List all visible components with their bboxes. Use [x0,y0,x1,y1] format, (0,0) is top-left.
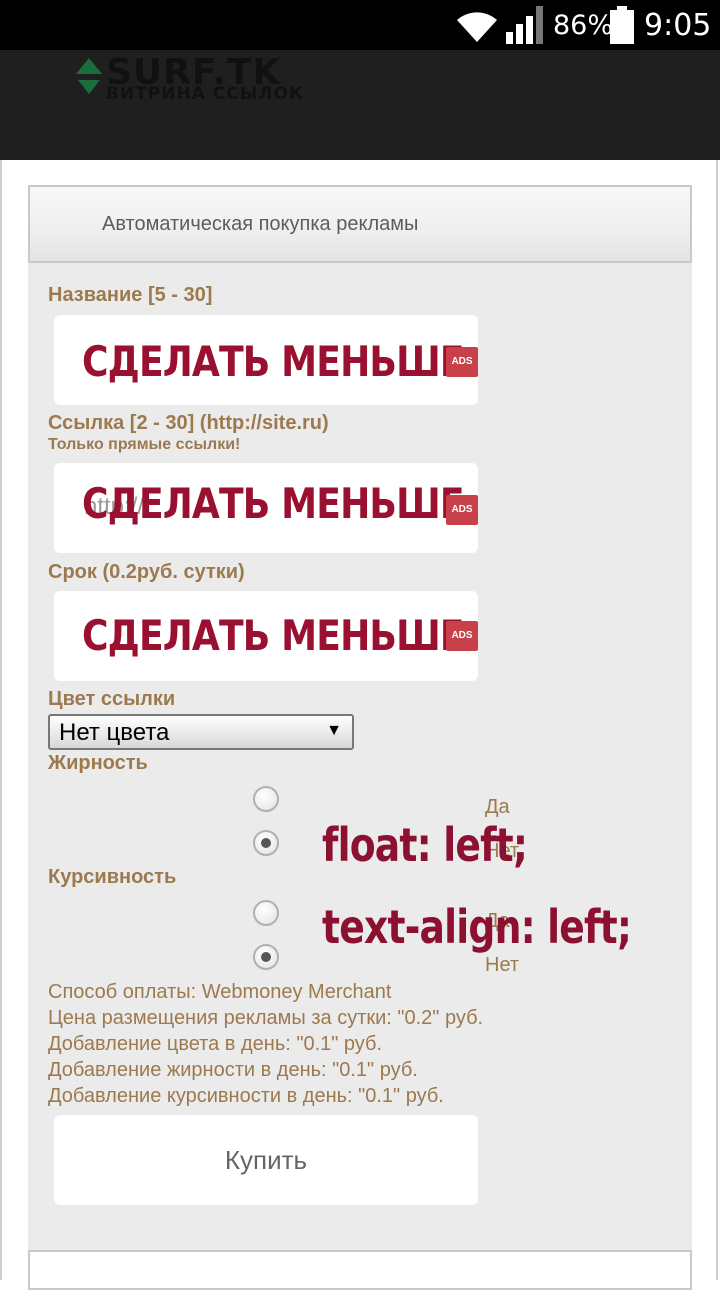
annotation-text-align: text-align: left; [322,900,632,954]
color-label: Цвет ссылки [48,688,176,710]
radio-selected-dot [261,838,271,848]
price-per-day: Цена размещения рекламы за сутки: "0.2" … [48,1007,484,1029]
italic-no-radio[interactable] [253,944,279,970]
radio-selected-dot [261,952,271,962]
ad-banner-text: СДЕЛАТЬ МЕНЬШЕ [82,611,465,660]
panel-header: Автоматическая покупка рекламы [28,185,692,263]
payment-method: Способ оплаты: Webmoney Merchant [48,981,392,1003]
wifi-icon [457,12,497,42]
italic-label: Курсивность [48,866,177,888]
dropdown-arrow-icon: ▼ [326,722,342,739]
panel-title: Автоматическая покупка рекламы [102,213,419,235]
ads-badge-icon: ADS [446,621,478,651]
name-input[interactable]: СДЕЛАТЬ МЕНЬШЕ ADS [54,315,478,405]
bold-label: Жирность [48,752,148,774]
status-bar: 86% 9:05 [0,0,720,50]
next-panel [28,1250,692,1290]
bold-yes-radio[interactable] [253,786,279,812]
bold-no-radio[interactable] [253,830,279,856]
italic-price: Добавление курсивности в день: "0.1" руб… [48,1085,444,1107]
buy-button[interactable]: Купить [54,1115,478,1205]
battery-icon [610,6,634,44]
term-input[interactable]: СДЕЛАТЬ МЕНЬШЕ ADS [54,591,478,681]
ad-banner-text: СДЕЛАТЬ МЕНЬШЕ [82,479,465,528]
signal-icon [506,6,543,44]
battery-percent: 86% [553,10,614,41]
annotation-float: float: left; [322,818,528,872]
link-note: Только прямые ссылки! [48,436,241,453]
bold-yes-label: Да [485,796,510,818]
ads-badge-icon: ADS [446,495,478,525]
link-input[interactable]: http:// СДЕЛАТЬ МЕНЬШЕ ADS [54,463,478,553]
ads-badge-icon: ADS [446,347,478,377]
buy-button-label: Купить [224,1144,308,1175]
link-label: Ссылка [2 - 30] (http://site.ru) [48,412,329,434]
ad-banner-text: СДЕЛАТЬ МЕНЬШЕ [82,337,465,386]
clock: 9:05 [644,8,712,43]
site-logo[interactable]: SURF.TK ВИТРИНА ССЫЛОК [72,52,352,104]
name-label: Название [5 - 30] [48,284,213,306]
color-price: Добавление цвета в день: "0.1" руб. [48,1033,383,1055]
italic-yes-radio[interactable] [253,900,279,926]
logo-arrows-icon [76,58,102,94]
logo-subtitle: ВИТРИНА ССЫЛОК [106,84,304,104]
color-select[interactable]: Нет цвета ▼ [48,714,354,750]
site-header: SURF.TK ВИТРИНА ССЫЛОК [0,50,720,160]
term-label: Срок (0.2руб. сутки) [48,561,245,583]
italic-no-label: Нет [485,954,520,976]
bold-price: Добавление жирности в день: "0.1" руб. [48,1059,418,1081]
color-select-value: Нет цвета [59,719,170,746]
